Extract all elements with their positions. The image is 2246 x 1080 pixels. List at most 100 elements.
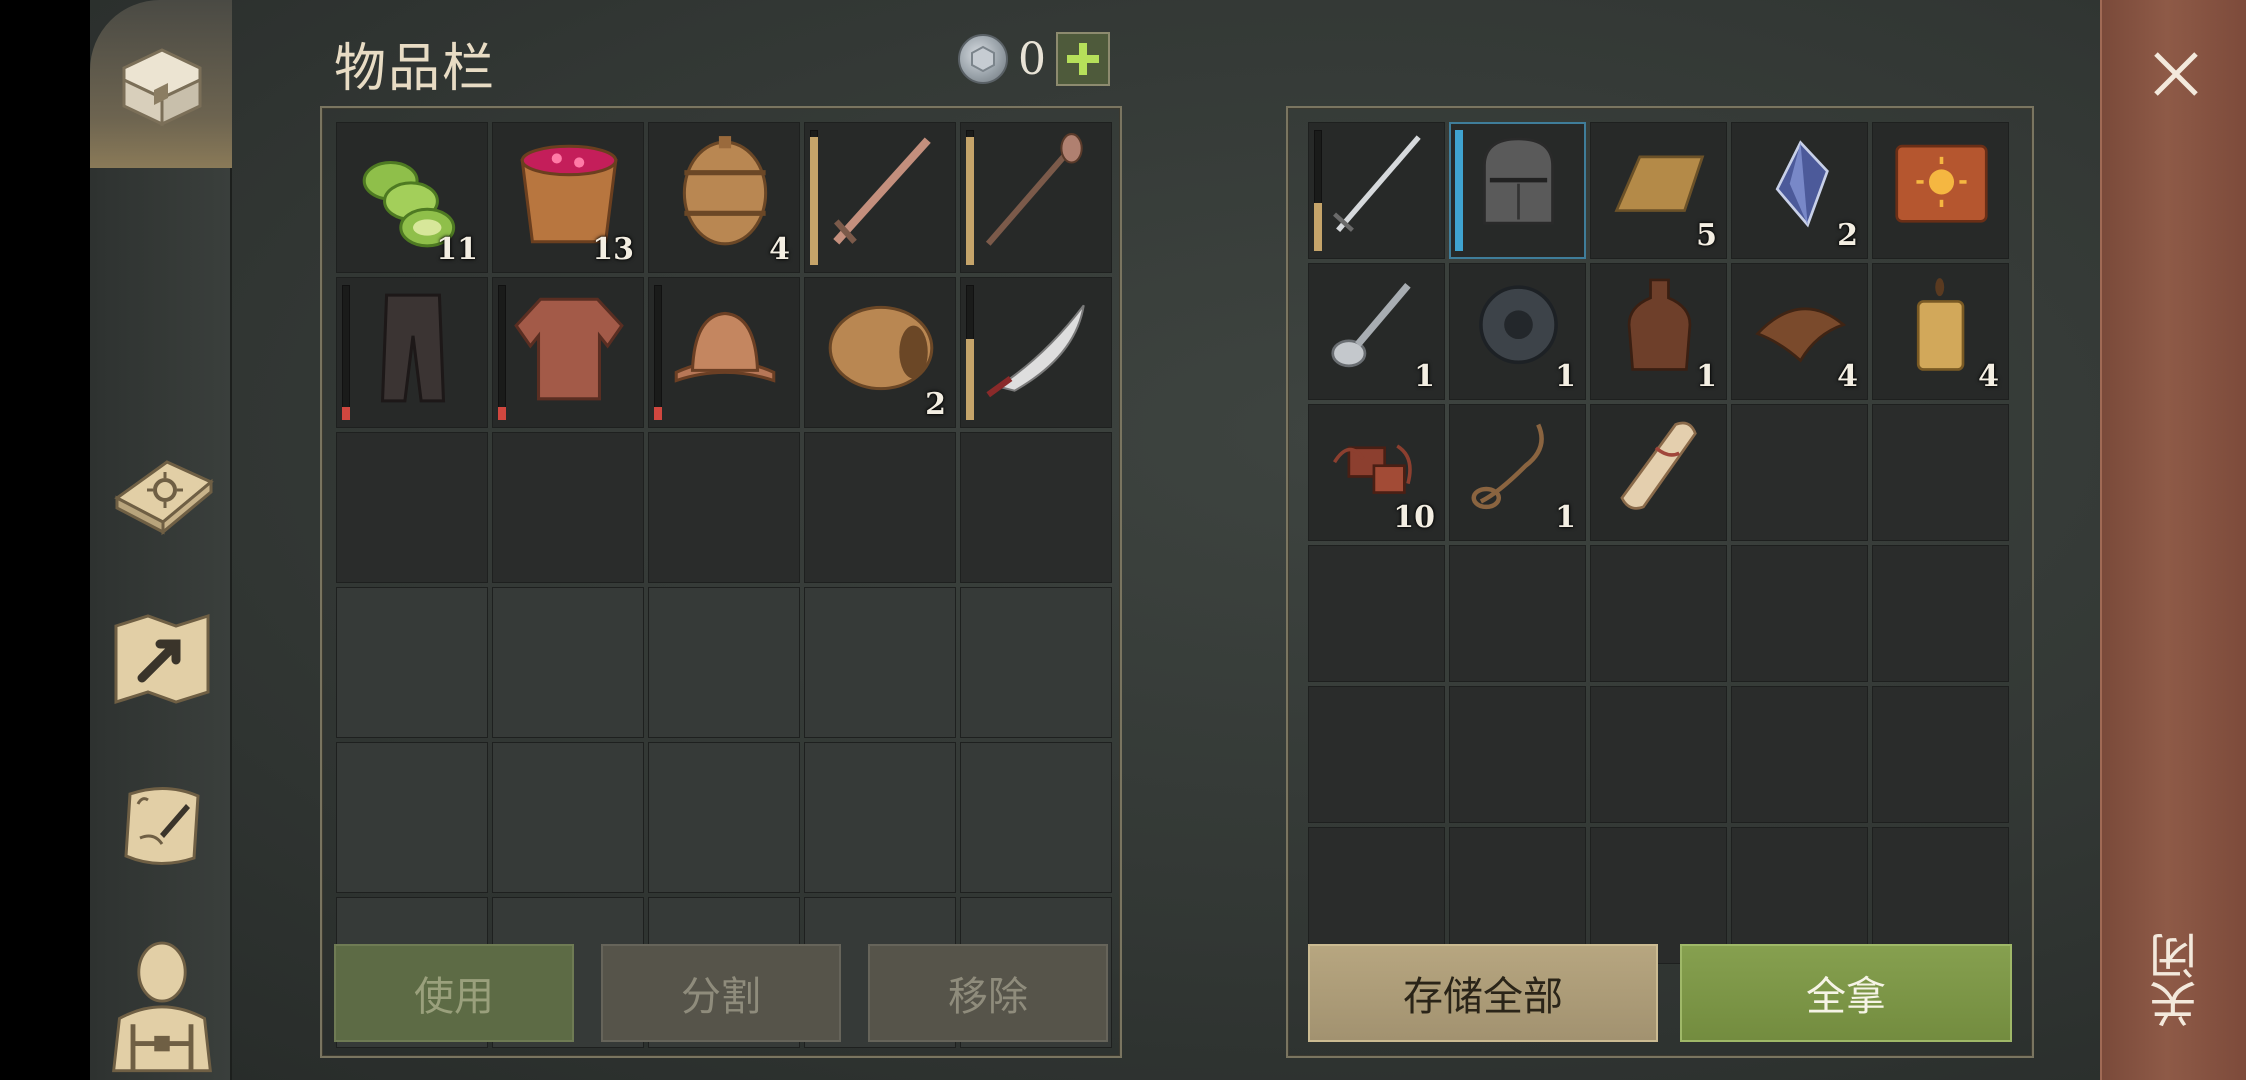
empty-slot[interactable]: [960, 742, 1112, 893]
leather-pants-icon: [380, 293, 446, 403]
item-slot-bottle[interactable]: 1: [1590, 263, 1727, 400]
item-slot-leather-strips[interactable]: 4: [1731, 263, 1868, 400]
item-quantity: 1: [1696, 359, 1717, 394]
store-all-button[interactable]: 存储全部: [1308, 944, 1658, 1042]
item-slot-gear[interactable]: 1: [1449, 263, 1586, 400]
container-grid: 5 2 1 1 1 4 4 10 1: [1308, 122, 2009, 964]
durability-bar: [1455, 130, 1463, 251]
item-quantity: 4: [1837, 359, 1858, 394]
empty-slot[interactable]: [1731, 404, 1868, 541]
durability-bar: [1314, 130, 1322, 251]
item-quantity: 1: [1414, 359, 1435, 394]
item-slot-barrel-small[interactable]: 4: [648, 122, 800, 273]
inventory-grid: 11 13 4 2: [336, 122, 1112, 1048]
mace-icon: [985, 133, 1083, 246]
empty-slot[interactable]: [648, 432, 800, 583]
recipe-book-icon[interactable]: [104, 430, 220, 546]
empty-slot[interactable]: [1449, 545, 1586, 682]
game-ui: 物品栏 0 11 13 4 2 5 2 1 1 1 4 4 10 1 使用 分割 移除 存储全部 全拿…: [0, 0, 2246, 1080]
empty-slot[interactable]: [336, 587, 488, 738]
item-slot-scrap-pile[interactable]: 10: [1308, 404, 1445, 541]
screen-edge: [0, 0, 90, 1080]
empty-slot[interactable]: [336, 742, 488, 893]
durability-bar: [810, 130, 818, 265]
take-all-button[interactable]: 全拿: [1680, 944, 2012, 1042]
item-quantity: 2: [925, 387, 946, 422]
add-currency-button[interactable]: [1056, 32, 1110, 86]
great-helm-icon: [1483, 137, 1554, 225]
side-tab-bar: [90, 0, 232, 1080]
use-button[interactable]: 使用: [334, 944, 574, 1042]
empty-slot[interactable]: [492, 587, 644, 738]
remove-button[interactable]: 移除: [868, 944, 1108, 1042]
empty-slot[interactable]: [1449, 686, 1586, 823]
chest-icon[interactable]: [104, 22, 220, 138]
empty-slot[interactable]: [492, 742, 644, 893]
item-slot-kettle-helmet[interactable]: [648, 277, 800, 428]
item-quantity: 4: [1978, 359, 1999, 394]
durability-bar: [654, 285, 662, 420]
item-slot-leather-pants[interactable]: [336, 277, 488, 428]
scroll-icon: [1620, 421, 1697, 510]
character-icon[interactable]: [104, 928, 220, 1078]
item-slot-longsword-steel[interactable]: [1308, 122, 1445, 259]
item-quantity: 1: [1555, 359, 1576, 394]
item-slot-sword-bronze[interactable]: [804, 122, 956, 273]
currency-amount: 0: [1018, 33, 1046, 85]
close-label[interactable]: 关闭: [2148, 920, 2208, 1040]
item-slot-barrel-wide[interactable]: 2: [804, 277, 956, 428]
split-button[interactable]: 分割: [601, 944, 841, 1042]
item-slot-sun-book[interactable]: [1872, 122, 2009, 259]
item-slot-scroll[interactable]: [1590, 404, 1727, 541]
empty-slot[interactable]: [1872, 545, 2009, 682]
item-slot-rope-noose[interactable]: 1: [1449, 404, 1586, 541]
close-icon[interactable]: [2146, 44, 2206, 104]
item-slot-chainmail-shirt[interactable]: [492, 277, 644, 428]
empty-slot[interactable]: [1872, 686, 2009, 823]
item-slot-cucumber-slices[interactable]: 11: [336, 122, 488, 273]
silver-coin-icon: [958, 34, 1008, 84]
empty-slot[interactable]: [336, 432, 488, 583]
item-quantity: 5: [1696, 218, 1717, 253]
close-rail[interactable]: [2100, 0, 2246, 1080]
longsword-steel-icon: [1333, 135, 1421, 233]
empty-slot[interactable]: [804, 587, 956, 738]
sun-book-icon: [1895, 144, 1988, 223]
item-quantity: 4: [769, 232, 790, 267]
item-quantity: 10: [1393, 500, 1435, 535]
empty-slot[interactable]: [1308, 545, 1445, 682]
item-slot-great-helm[interactable]: [1449, 122, 1586, 259]
item-slot-crystal-shard[interactable]: 2: [1731, 122, 1868, 259]
durability-bar: [498, 285, 506, 420]
item-slot-berry-bucket[interactable]: 13: [492, 122, 644, 273]
plus-icon: [1067, 43, 1099, 75]
empty-slot[interactable]: [1590, 545, 1727, 682]
kettle-helmet-icon: [674, 311, 776, 383]
scimitar-icon: [986, 304, 1085, 398]
empty-slot[interactable]: [804, 742, 956, 893]
item-slot-spoon[interactable]: 1: [1308, 263, 1445, 400]
map-icon[interactable]: [104, 600, 220, 716]
empty-slot[interactable]: [1308, 686, 1445, 823]
empty-slot[interactable]: [1731, 545, 1868, 682]
item-slot-scimitar[interactable]: [960, 277, 1112, 428]
item-slot-copper-ingot[interactable]: 5: [1590, 122, 1727, 259]
empty-slot[interactable]: [492, 432, 644, 583]
empty-slot[interactable]: [1872, 404, 2009, 541]
empty-slot[interactable]: [1590, 686, 1727, 823]
item-quantity: 11: [436, 232, 478, 267]
item-quantity: 2: [1837, 218, 1858, 253]
chainmail-shirt-icon: [514, 297, 624, 401]
empty-slot[interactable]: [648, 742, 800, 893]
durability-bar: [966, 130, 974, 265]
quest-scroll-icon[interactable]: [104, 768, 220, 884]
empty-slot[interactable]: [648, 587, 800, 738]
empty-slot[interactable]: [960, 587, 1112, 738]
currency-display: 0: [958, 32, 1110, 86]
empty-slot[interactable]: [960, 432, 1112, 583]
item-slot-mace[interactable]: [960, 122, 1112, 273]
item-quantity: 1: [1555, 500, 1576, 535]
empty-slot[interactable]: [804, 432, 956, 583]
empty-slot[interactable]: [1731, 686, 1868, 823]
item-slot-candle[interactable]: 4: [1872, 263, 2009, 400]
